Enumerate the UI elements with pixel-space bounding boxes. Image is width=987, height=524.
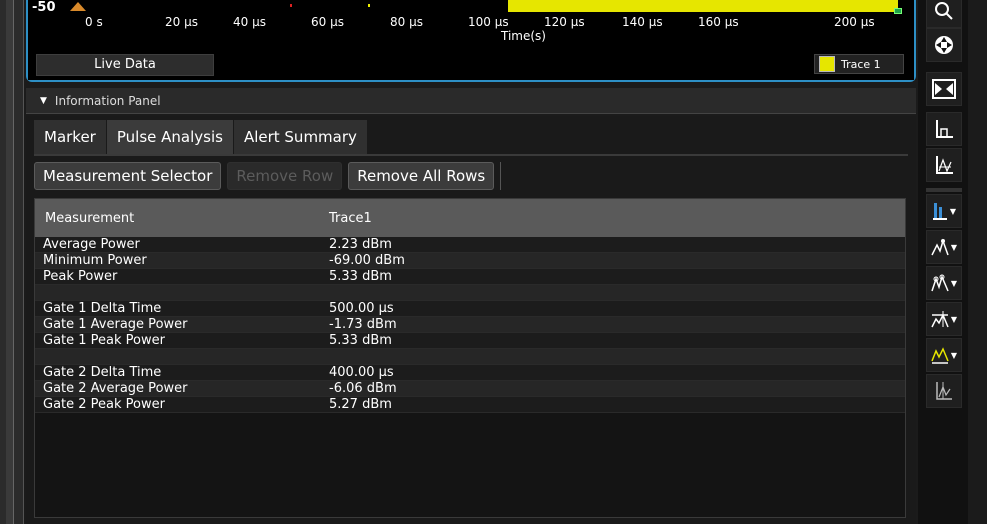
multi-marker-icon[interactable]: ▼ [926,266,962,300]
table-row-spacer [35,349,905,365]
zoom-icon[interactable] [926,0,962,28]
information-panel: Marker Pulse Analysis Alert Summary Meas… [26,116,916,524]
x-tick-label: 200 µs [834,15,875,29]
measurement-selector-button[interactable]: Measurement Selector [34,162,222,190]
x-axis-title: Time(s) [501,29,546,43]
measurement-table: Measurement Trace1 Average Power 2.23 dBm… [34,198,906,518]
chart-footer: Live Data Trace 1 [28,52,914,80]
trace-legend-label: Trace 1 [841,57,881,71]
x-tick-label: 40 µs [233,15,266,29]
x-tick-label: 100 µs [468,15,509,29]
measurement-name: Gate 1 Delta Time [43,301,162,316]
table-row[interactable]: Gate 1 Delta Time 500.00 µs [35,301,905,317]
measurement-name: Gate 1 Average Power [43,317,188,332]
remove-all-rows-button[interactable]: Remove All Rows [348,162,495,190]
trace-color-swatch [819,56,835,72]
peak-icon[interactable]: ▼ [926,302,962,336]
information-panel-label: Information Panel [54,93,161,108]
column-header-trace1[interactable]: Trace1 [329,211,372,226]
table-row[interactable]: Peak Power 5.33 dBm [35,269,905,285]
column-header-measurement[interactable]: Measurement [35,211,329,226]
remove-row-button[interactable]: Remove Row [227,162,343,190]
measurement-value: -6.06 dBm [329,381,397,396]
toolbar-separator [500,162,502,190]
measurement-name: Peak Power [43,269,118,284]
measurement-toolbar: Measurement Selector Remove Row Remove A… [34,160,502,192]
live-data-tab[interactable]: Live Data [36,54,214,76]
toolbar-separator [926,188,962,192]
table-row-spacer [35,285,905,301]
measurement-name: Gate 1 Peak Power [43,333,165,348]
chart-plot-area[interactable]: -50 0 s 20 µs 40 µs 60 µs 80 µs 100 µs 1… [28,0,914,52]
x-tick-label: 140 µs [622,15,663,29]
measurement-value: -1.73 dBm [329,317,397,332]
right-toolbar: ▼ ▼ ▼ ▼ ▼ [918,0,968,524]
table-row[interactable]: Gate 2 Peak Power 5.27 dBm [35,397,905,413]
pan-icon[interactable] [926,28,962,62]
measurement-value: 400.00 µs [329,365,394,380]
x-tick-label: 0 s [85,15,103,29]
x-tick-label: 160 µs [698,15,739,29]
yellow-tick-mark [368,4,370,7]
x-tick-label: 20 µs [165,15,198,29]
analysis-icon[interactable] [926,374,962,408]
tab-alert-summary[interactable]: Alert Summary [233,120,368,154]
table-header: Measurement Trace1 [35,199,905,237]
tab-marker[interactable]: Marker [34,120,107,154]
chart-frame: -50 0 s 20 µs 40 µs 60 µs 80 µs 100 µs 1… [26,0,916,82]
left-splitter[interactable] [6,0,14,524]
fit-icon[interactable] [926,72,962,106]
table-row[interactable]: Gate 2 Delta Time 400.00 µs [35,365,905,381]
chevron-down-icon: ▼ [950,278,958,288]
x-tick-label: 120 µs [544,15,585,29]
measurement-name: Gate 2 Delta Time [43,365,162,380]
information-panel-header[interactable]: ▼ Information Panel [26,88,916,114]
table-row[interactable]: Gate 1 Average Power -1.73 dBm [35,317,905,333]
measurement-name: Average Power [43,237,140,252]
table-row[interactable]: Gate 2 Average Power -6.06 dBm [35,381,905,397]
table-row[interactable]: Average Power 2.23 dBm [35,237,905,253]
marker-icon[interactable]: ▼ [926,230,962,264]
y-axis-top-label: -50 [32,0,56,15]
table-row[interactable]: Minimum Power -69.00 dBm [35,253,905,269]
left-scroll-strip [0,0,24,524]
panel-tabs: Marker Pulse Analysis Alert Summary [34,120,368,154]
table-body: Average Power 2.23 dBm Minimum Power -69.0… [35,237,905,413]
bar-view-icon[interactable]: ▼ [926,194,962,228]
trace-icon[interactable]: ▼ [926,338,962,372]
measurement-name: Minimum Power [43,253,147,268]
measurement-name: Gate 2 Peak Power [43,397,165,412]
red-tick-mark [290,4,292,7]
measurement-value: 2.23 dBm [329,237,392,252]
x-tick-label: 60 µs [311,15,344,29]
trace-1-signal [508,0,898,12]
chevron-down-icon: ▼ [949,206,957,216]
collapse-triangle-icon: ▼ [40,95,47,106]
x-tick-label: 80 µs [390,15,423,29]
trace-legend[interactable]: Trace 1 [814,54,904,74]
chevron-down-icon: ▼ [950,242,958,252]
measurement-value: 5.33 dBm [329,333,392,348]
chevron-down-icon: ▼ [950,314,958,324]
tab-pulse-analysis[interactable]: Pulse Analysis [106,120,234,154]
measurement-value: 500.00 µs [329,301,394,316]
axis-icon[interactable] [926,148,962,182]
status-icon [894,8,902,14]
table-row[interactable]: Gate 1 Peak Power 5.33 dBm [35,333,905,349]
tab-divider [34,154,908,156]
chevron-down-icon: ▼ [950,350,958,360]
measurement-name: Gate 2 Average Power [43,381,188,396]
measurement-value: 5.33 dBm [329,269,392,284]
measurement-value: 5.27 dBm [329,397,392,412]
time-marker-handle[interactable] [70,2,86,11]
autoscale-icon[interactable] [926,112,962,146]
measurement-value: -69.00 dBm [329,253,405,268]
